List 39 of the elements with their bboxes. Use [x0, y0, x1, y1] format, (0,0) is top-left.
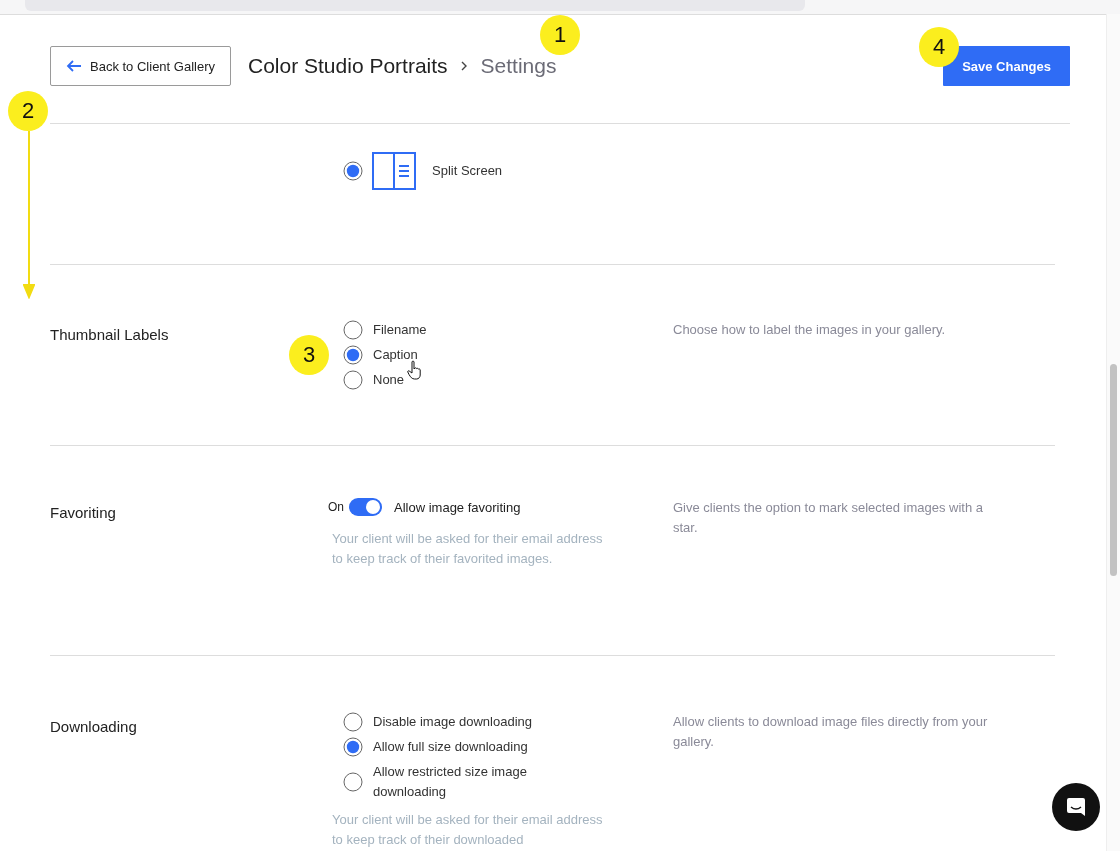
radio-button[interactable] — [343, 772, 363, 792]
step-marker: 4 — [919, 27, 959, 67]
setting-title: Downloading — [50, 718, 137, 735]
step-marker: 1 — [540, 15, 580, 55]
page-title: Settings — [480, 54, 557, 78]
hand-cursor-icon — [407, 360, 423, 380]
toggle-label: Allow image favoriting — [394, 499, 521, 515]
setting-title: Thumbnail Labels — [50, 326, 169, 343]
scrollbar[interactable] — [1106, 14, 1120, 851]
help-text: Your client will be asked for their email address to keep track of their favorited images. — [332, 530, 604, 568]
chevron-right-icon — [460, 61, 468, 71]
radio-button[interactable] — [343, 345, 363, 365]
radio-button[interactable] — [343, 320, 363, 340]
option-label[interactable]: Filename — [373, 320, 427, 340]
help-text: Your client will be asked for their email address to keep track of their downloaded — [332, 811, 604, 849]
setting-description: Give clients the option to mark selected images with a star. — [673, 499, 984, 537]
toggle-state: On — [328, 500, 344, 514]
chat-icon — [1065, 796, 1087, 818]
radio-button[interactable] — [343, 712, 363, 732]
radio-button[interactable] — [343, 370, 363, 390]
option-label[interactable]: Allow full size downloading — [373, 737, 528, 757]
option-label[interactable]: Split Screen — [432, 161, 503, 181]
back-button[interactable]: Back to Client Gallery — [50, 46, 231, 86]
radio-button[interactable] — [343, 161, 363, 181]
option-label[interactable]: Allow restricted size image downloading — [373, 762, 543, 802]
step-marker: 3 — [289, 335, 329, 375]
option-label[interactable]: Disable image downloading — [373, 712, 532, 732]
radio-button[interactable] — [343, 737, 363, 757]
option-label[interactable]: None — [373, 370, 405, 390]
setting-title: Favoriting — [50, 504, 116, 521]
split-layout-icon — [372, 152, 416, 190]
step-marker: 2 — [8, 91, 48, 131]
gallery-title[interactable]: Color Studio Portraits — [248, 54, 448, 78]
chat-button[interactable] — [1052, 783, 1100, 831]
setting-description: Choose how to label the images in your gallery. — [673, 321, 947, 339]
toggle-switch[interactable] — [349, 498, 382, 516]
arrow-left-icon — [66, 60, 82, 72]
setting-description: Allow clients to download image files directly from your gallery. — [673, 713, 989, 751]
option-label[interactable]: Caption — [373, 345, 418, 365]
